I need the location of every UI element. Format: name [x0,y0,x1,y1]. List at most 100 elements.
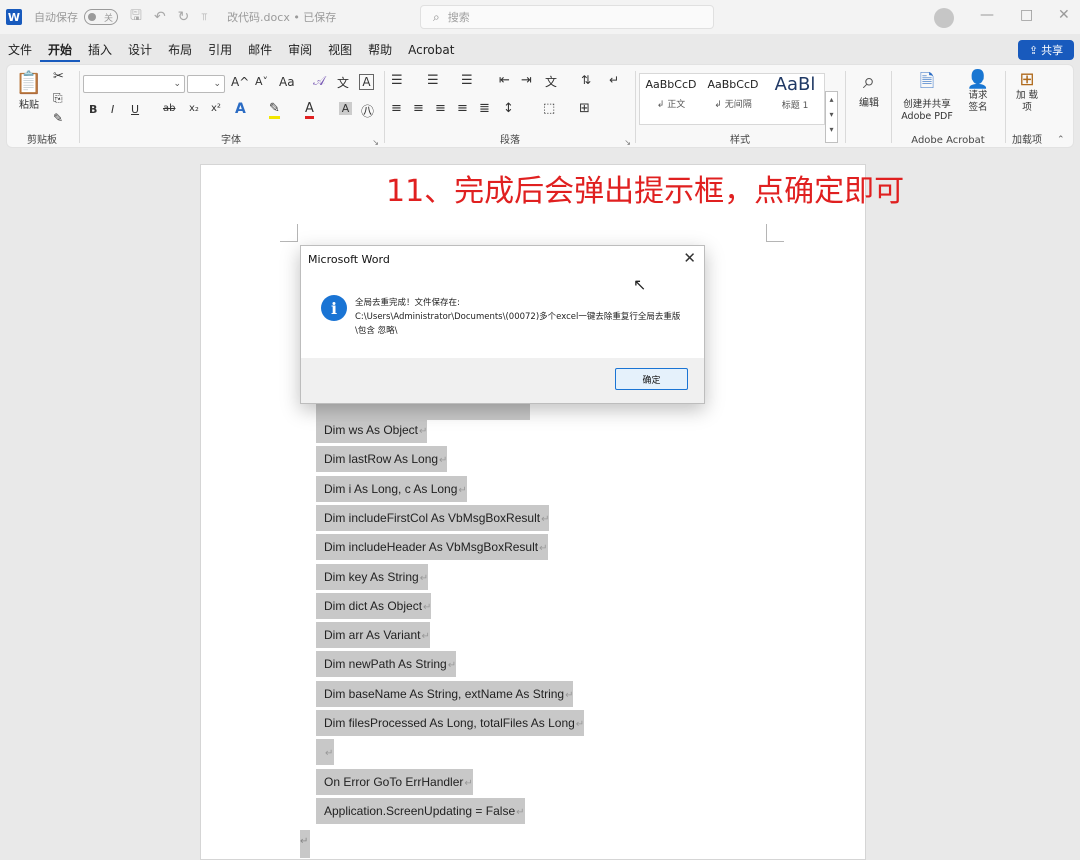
highlight-icon[interactable]: ✎ [269,101,280,119]
justify-icon[interactable]: ≡ [457,101,468,116]
code-line[interactable]: Dim dict As Object↵ [316,593,432,619]
style-name: ↲ 正文 [656,100,686,110]
clear-format-icon[interactable]: 𝒜 [313,74,325,89]
menu-insert[interactable]: 插入 [80,38,120,62]
style-heading-1[interactable]: AaBl 标题 1 [764,74,826,111]
code-line[interactable]: Dim arr As Variant↵ [316,622,430,648]
menu-file[interactable]: 文件 [0,38,40,62]
ok-button[interactable]: 确定 [615,368,688,390]
paragraph-dialog-launcher-icon[interactable]: ↘ [624,138,631,147]
menu-acrobat[interactable]: Acrobat [400,38,462,62]
line-spacing-icon[interactable]: ↕ [503,101,514,116]
style-sample: AaBl [774,74,816,95]
menu-references[interactable]: 引用 [200,38,240,62]
addins-icon: ⊞ [1019,69,1035,90]
autosave-toggle[interactable]: 关 [84,9,118,25]
multilevel-list-icon[interactable]: ☰ [461,73,473,88]
phonetic-guide-icon[interactable]: 文 [337,74,349,91]
acrobat-group-label: Adobe Acrobat [911,135,985,146]
create-pdf-button[interactable]: 🗎 创建并共享 Adobe PDF [899,69,955,123]
superscript-button[interactable]: x² [211,103,221,114]
code-line[interactable]: Dim newPath As String↵ [316,651,457,677]
code-line[interactable]: Dim lastRow As Long↵ [316,446,448,472]
code-line[interactable]: Dim ws As Object↵ [316,417,428,443]
dialog-footer: 确定 [301,358,704,403]
format-painter-icon[interactable]: ✎ [53,111,63,125]
ribbon-divider [635,71,636,143]
font-color-icon[interactable]: A [305,101,314,119]
code-line[interactable]: Dim i As Long, c As Long↵ [316,476,467,502]
close-icon[interactable]: ✕ [683,249,696,267]
shading-icon[interactable]: ⬚ [543,101,555,116]
maximize-icon[interactable]: □ [1020,7,1033,23]
font-size-select[interactable]: ⌄ [187,75,225,93]
share-icon: ⇪ [1028,43,1039,57]
show-marks-icon[interactable]: ↵ [609,73,619,87]
font-dialog-launcher-icon[interactable]: ↘ [372,138,379,147]
enclose-characters-icon[interactable]: ㊇ [361,101,374,120]
align-center-icon[interactable]: ≡ [413,101,424,116]
character-shading-icon[interactable]: A [339,102,352,115]
code-line[interactable]: Application.ScreenUpdating = False↵ [316,798,525,824]
code-line[interactable]: Dim filesProcessed As Long, totalFiles A… [316,710,585,736]
borders-icon[interactable]: ⊞ [579,101,590,116]
style-normal[interactable]: AaBbCcD ↲ 正文 [640,78,702,110]
code-line[interactable]: Dim includeFirstCol As VbMsgBoxResult↵ [316,505,550,531]
font-name-select[interactable]: ⌄ [83,75,185,93]
cut-icon[interactable]: ✂ [53,69,64,84]
ribbon-divider [384,71,385,143]
subscript-button[interactable]: x₂ [189,103,199,114]
paragraph-mark: ↵ [464,778,473,789]
menu-home[interactable]: 开始 [40,38,81,62]
numbering-icon[interactable]: ☰ [427,73,439,88]
avatar[interactable] [934,8,954,28]
editing-button[interactable]: ⌕ 编辑 [851,69,887,109]
menu-design[interactable]: 设计 [120,38,160,62]
character-border-icon[interactable]: A [359,74,374,90]
code-line[interactable]: On Error GoTo ErrHandler↵ [316,769,473,795]
close-window-icon[interactable]: ✕ [1058,7,1070,23]
menu-layout[interactable]: 布局 [160,38,200,62]
document-title[interactable]: 改代码.docx • 已保存 [227,9,336,25]
save-icon[interactable]: 🖫 [130,5,142,29]
decrease-indent-icon[interactable]: ⇤ [499,73,510,88]
bullets-icon[interactable]: ☰ [391,73,403,88]
menu-view[interactable]: 视图 [320,38,360,62]
dialog-message: 全局去重完成！文件保存在: C:\Users\Administrator\Doc… [355,298,681,336]
style-no-spacing[interactable]: AaBbCcD ↲ 无间隔 [702,78,764,110]
copy-icon[interactable]: ⎘ [53,91,63,106]
change-case-button[interactable]: Aa [279,75,295,89]
share-button[interactable]: ⇪ 共享 [1018,40,1074,60]
align-right-icon[interactable]: ≡ [435,101,446,116]
distributed-icon[interactable]: ≣ [479,101,490,116]
collapse-ribbon-icon[interactable]: ⌃ [1057,135,1065,145]
paste-button[interactable]: 📋 粘贴 [15,71,43,111]
text-effects-icon[interactable]: A [235,101,246,117]
code-line[interactable]: Dim includeHeader As VbMsgBoxResult↵ [316,534,548,560]
align-left-icon[interactable]: ≡ [391,101,402,116]
ribbon-divider [1005,71,1006,143]
search-input[interactable]: ⌕ 搜索 [420,5,714,29]
strikethrough-button[interactable]: ab [163,103,175,114]
sort-icon[interactable]: ⇅ [581,73,591,87]
info-icon: i [321,295,347,321]
menu-mailings[interactable]: 邮件 [240,38,280,62]
shrink-font-button[interactable]: A˅ [255,75,268,88]
addins-button[interactable]: ⊞ 加 载项 [1013,69,1041,114]
code-line[interactable]: Dim key As String↵ [316,564,429,590]
menu-help[interactable]: 帮助 [360,38,400,62]
redo-icon[interactable]: ↻ [178,9,190,25]
minimize-icon[interactable]: — [980,7,994,23]
italic-button[interactable]: I [111,103,114,116]
increase-indent-icon[interactable]: ⇥ [521,73,532,88]
menu-review[interactable]: 审阅 [280,38,320,62]
bold-button[interactable]: B [89,103,97,116]
code-line[interactable]: ↵ [316,739,334,765]
chinese-layout-icon[interactable]: 文 [545,73,557,90]
grow-font-button[interactable]: A^ [231,75,249,89]
code-line[interactable]: Dim baseName As String, extName As Strin… [316,681,574,707]
underline-button[interactable]: U [131,103,139,116]
request-signature-button[interactable]: 👤 请求 签名 [963,69,993,114]
undo-icon[interactable]: ↶ [154,9,166,25]
customize-toolbar-icon[interactable]: ⫪ [201,12,207,23]
